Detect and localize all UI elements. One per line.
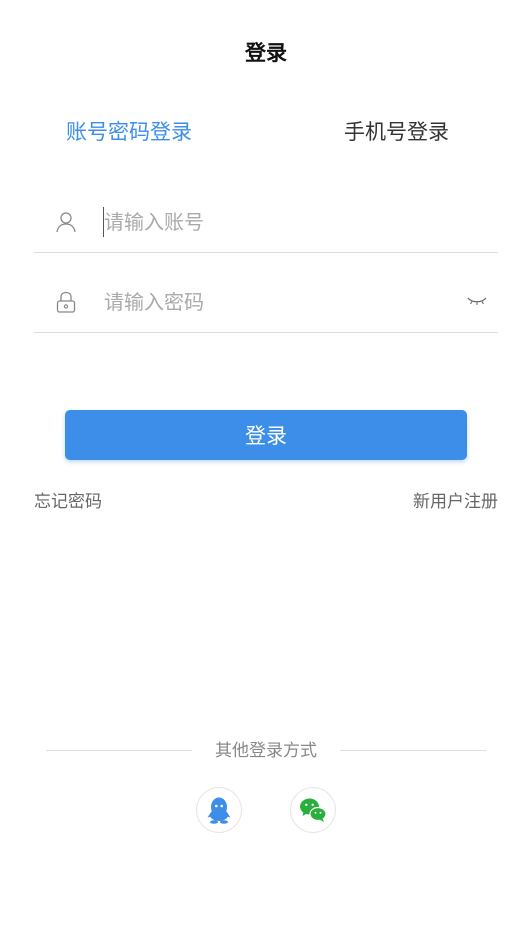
wechat-icon	[300, 798, 327, 822]
account-input[interactable]	[104, 204, 464, 240]
tab-phone-login[interactable]: 手机号登录	[344, 117, 449, 147]
login-button[interactable]: 登录	[65, 410, 467, 460]
password-field	[34, 270, 498, 333]
user-icon	[56, 212, 76, 233]
eye-closed-icon[interactable]	[466, 294, 488, 308]
tab-account-password-login[interactable]: 账号密码登录	[66, 117, 192, 147]
divider-line-right	[340, 750, 486, 751]
wechat-login-button[interactable]	[290, 787, 336, 833]
page-title: 登录	[245, 41, 287, 65]
lock-icon	[56, 291, 76, 313]
other-login-label: 其他登录方式	[215, 741, 317, 761]
password-input[interactable]	[104, 284, 464, 320]
divider-line-left	[46, 750, 192, 751]
forgot-password-link[interactable]: 忘记密码	[34, 490, 102, 514]
account-field	[34, 190, 498, 253]
register-link[interactable]: 新用户注册	[413, 490, 498, 514]
qq-login-button[interactable]	[196, 787, 242, 833]
qq-icon	[207, 797, 231, 824]
